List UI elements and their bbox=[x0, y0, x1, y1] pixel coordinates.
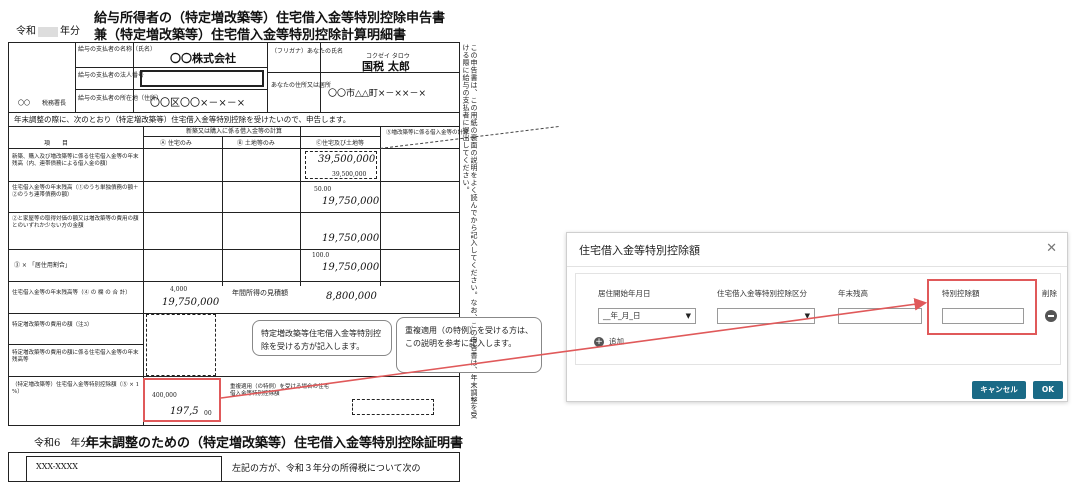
add-row-button[interactable]: + 追加 bbox=[594, 336, 624, 347]
balance-input[interactable] bbox=[838, 308, 922, 324]
corp-number-field bbox=[140, 70, 264, 87]
deduction-highlight bbox=[927, 279, 1037, 335]
cancel-button[interactable]: キャンセル bbox=[972, 381, 1026, 399]
payer-name-value: 〇〇株式会社 bbox=[170, 52, 236, 65]
your-address-label: あなたの住所又は居所 bbox=[271, 82, 332, 89]
cert-title: 年末調整のための（特定増改築等）住宅借入金等特別控除証明書 bbox=[86, 436, 464, 451]
col-header-balance: 年末残高 bbox=[838, 289, 868, 298]
payer-address-value: 〇〇区〇〇×－×－× bbox=[150, 98, 246, 109]
row8-label: （特定増改築等）住宅借入金等特別控除額（⑤ × 1 %） bbox=[12, 382, 140, 395]
taxpayer-name: 国税 太郎 bbox=[362, 60, 410, 73]
col-item: 項 目 bbox=[44, 140, 69, 147]
chevron-down-icon: ▼ bbox=[685, 312, 691, 320]
row1-value: 39,500,000 bbox=[318, 154, 376, 165]
dup-dashed-box bbox=[352, 399, 434, 415]
close-icon[interactable]: ✕ bbox=[1046, 241, 1057, 256]
deduction-dialog: 住宅借入金等特別控除額 ✕ 居住開始年月日 住宅借入金等特別控除区分 年末残高 … bbox=[566, 232, 1068, 402]
callout-remodel: 特定増改築等住宅借入金等特別控除を受ける方が記入します。 bbox=[252, 320, 392, 356]
your-address-value: 〇〇市△△町×－××－× bbox=[328, 89, 427, 99]
dialog-body: 居住開始年月日 住宅借入金等特別控除区分 年末残高 特別控除額 削除 __年_月… bbox=[575, 273, 1061, 365]
row3-value: 19,750,000 bbox=[322, 233, 380, 244]
deduction-input[interactable] bbox=[942, 308, 1024, 324]
row6-dashed-box bbox=[146, 314, 216, 376]
era-blank bbox=[38, 26, 58, 37]
col-remodel: ⑤増改築等に係る借入金等の計算 bbox=[386, 130, 469, 136]
form-era: 令和 年分 bbox=[16, 26, 80, 37]
row2-pct: 50.00 bbox=[314, 186, 332, 193]
row8-yen: 00 bbox=[204, 410, 212, 417]
side-note: この申告書は、この用紙の裏面の説明をよく読んでから記入してください。なお、この申… bbox=[462, 44, 478, 419]
plus-icon: + bbox=[594, 337, 604, 347]
tax-form-scan: 令和 年分 給与所得者の（特定増改築等）住宅借入金等特別控除申告書 兼（特定増改築… bbox=[0, 0, 542, 482]
col-both: Ⓒ住宅及び土地等 bbox=[316, 140, 365, 147]
dup-label: 重複適用（の特例）を受ける場合の住宅借入金等特別控除額 bbox=[230, 384, 330, 397]
row4-pct: 100.0 bbox=[312, 252, 330, 259]
row8-value: 197,5 bbox=[170, 406, 199, 417]
corp-number-label: 給与の支払者の法人番号 bbox=[78, 72, 145, 79]
cert-id: XXX-XXXX bbox=[36, 462, 78, 471]
col-header-move-in-date: 居住開始年月日 bbox=[598, 289, 651, 298]
col-land: Ⓑ 土地等のみ bbox=[237, 140, 275, 147]
income-value: 8,800,000 bbox=[326, 291, 377, 302]
row4-value: 19,750,000 bbox=[322, 262, 380, 273]
row3-label: ②と家屋等の取得対価の額又は増改築等の費用の額とのいずれか少ない方の金額 bbox=[12, 216, 139, 229]
row2-label: 住宅借入金等の年末残高（①のうち単独債務の額＋②のうち連帯債務の額） bbox=[12, 185, 139, 198]
row7-label: 特定増改築等の費用の額に係る住宅借入金等の年末残高等 bbox=[12, 350, 139, 363]
row2-value: 19,750,000 bbox=[322, 196, 380, 207]
row5-max: 4,000 bbox=[170, 286, 188, 293]
remove-row-icon[interactable] bbox=[1045, 310, 1057, 322]
tax-office-label: 〇〇 税務署長 bbox=[18, 100, 67, 107]
dialog-title: 住宅借入金等特別控除額 bbox=[579, 244, 700, 257]
move-in-date-select[interactable]: __年_月_日 ▼ bbox=[598, 308, 696, 324]
col-header-category: 住宅借入金等特別控除区分 bbox=[717, 289, 807, 298]
row5-label: 住宅借入金等の年末残高等（④ の 欄 の 合 計） bbox=[12, 290, 131, 296]
dialog-header: 住宅借入金等特別控除額 ✕ bbox=[567, 233, 1067, 267]
row8-max: 400,000 bbox=[152, 392, 177, 399]
category-select[interactable]: ▼ bbox=[717, 308, 815, 324]
furigana-label: （フリガナ）あなたの氏名 bbox=[271, 48, 344, 55]
income-label: 年間所得の見積額 bbox=[232, 289, 288, 297]
row1-label: 新築、購入及び増改築等に係る住宅借入金等の年末残高（内、連帯債務による借入金の額… bbox=[12, 154, 139, 167]
add-row-label: 追加 bbox=[609, 337, 624, 346]
col-header-delete: 削除 bbox=[1042, 289, 1057, 298]
col-new-build: 新築又は購入に係る借入金等の計算 bbox=[186, 128, 283, 135]
form-intro: 年末調整の際に、次のとおり（特定増改築等）住宅借入金等特別控除を受けたいので、申… bbox=[14, 115, 351, 124]
row1-sub: 39,500,000 bbox=[332, 171, 367, 178]
cert-text: 左記の方が、令和３年分の所得税について次の bbox=[232, 464, 421, 474]
chevron-down-icon: ▼ bbox=[804, 312, 810, 320]
payer-name-label: 給与の支払者の名称（氏名） bbox=[78, 46, 157, 53]
move-in-date-placeholder: __年_月_日 bbox=[603, 311, 641, 320]
cert-era: 令和6 年分 bbox=[34, 438, 91, 449]
ok-button[interactable]: OK bbox=[1033, 381, 1063, 399]
col-house: Ⓐ 住宅のみ bbox=[160, 140, 192, 147]
row4-label: ③ × 「居住用割合」 bbox=[14, 262, 71, 269]
form-title-2: 兼（特定増改築等）住宅借入金等特別控除計算明細書 bbox=[94, 28, 407, 43]
row6-label: 特定増改築等の費用の額（注3） bbox=[12, 322, 93, 328]
row5-value: 19,750,000 bbox=[162, 297, 220, 308]
